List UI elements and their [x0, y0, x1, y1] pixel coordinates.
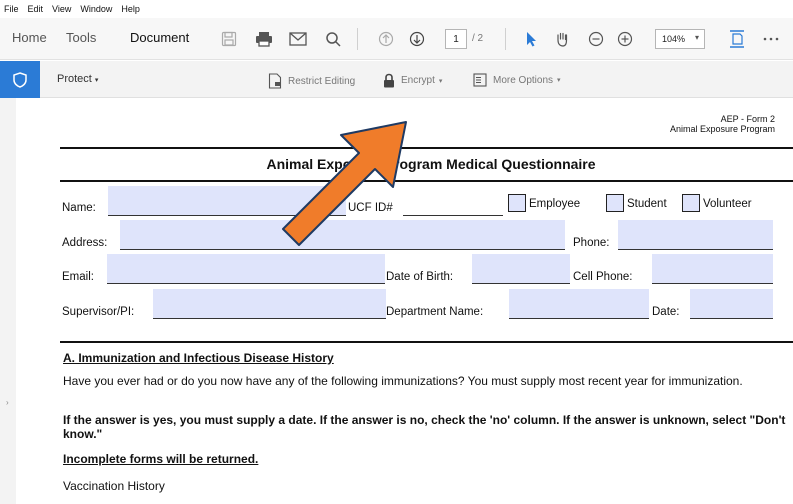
vaccination-history-label: Vaccination History — [63, 479, 165, 493]
name-underline — [108, 215, 346, 216]
form-id-block: AEP - Form 2 Animal Exposure Program — [670, 114, 775, 134]
menu-window[interactable]: Window — [80, 4, 112, 14]
chevron-down-icon: ▾ — [694, 33, 699, 42]
encrypt-label: Encrypt — [401, 75, 435, 86]
incomplete-forms-notice: Incomplete forms will be returned. — [63, 452, 259, 466]
phone-label: Phone: — [573, 237, 610, 249]
dob-underline — [472, 283, 570, 284]
select-cursor-icon[interactable] — [520, 28, 542, 50]
cell-phone-underline — [652, 283, 773, 284]
toolbar-divider — [505, 28, 506, 50]
menu-edit[interactable]: Edit — [28, 4, 44, 14]
more-options-button[interactable]: More Options ▾ — [473, 73, 561, 87]
zoom-out-icon[interactable] — [585, 28, 607, 50]
protect-toolbar: Protect ▾ Restrict Editing Encrypt ▾ Mor… — [0, 61, 793, 98]
toolbar-divider — [357, 28, 358, 50]
previous-page-icon[interactable] — [375, 28, 397, 50]
title-rule-top — [60, 147, 793, 149]
more-options-label: More Options — [493, 74, 554, 86]
tab-tools[interactable]: Tools — [66, 30, 96, 45]
dob-label: Date of Birth: — [386, 271, 454, 283]
section-a-heading: A. Immunization and Infectious Disease H… — [63, 351, 334, 365]
name-field[interactable] — [108, 186, 346, 216]
phone-field[interactable] — [618, 220, 773, 250]
email-underline — [107, 283, 385, 284]
ucf-id-label: UCF ID# — [348, 202, 393, 214]
employee-checkbox[interactable] — [508, 194, 526, 212]
protect-label: Protect — [57, 73, 92, 85]
ucf-id-underline — [403, 215, 503, 216]
restrict-editing-button[interactable]: Restrict Editing — [268, 73, 355, 89]
protect-menu[interactable]: Protect ▾ — [57, 73, 98, 85]
email-field[interactable] — [107, 254, 385, 284]
form-title: Animal Exposure Program Medical Question… — [266, 156, 596, 172]
department-field[interactable] — [509, 289, 649, 319]
restrict-editing-icon — [268, 73, 282, 89]
encrypt-button[interactable]: Encrypt ▾ — [383, 73, 442, 88]
app-toolbar: Home Tools Document 1 / 2 104% ▾ — [0, 18, 793, 60]
tab-home[interactable]: Home — [12, 30, 47, 45]
email-label: Email: — [62, 271, 94, 283]
lock-icon — [384, 73, 394, 88]
department-label: Department Name: — [386, 306, 484, 318]
left-panel-gutter: › — [0, 98, 16, 504]
zoom-level-select[interactable]: 104% ▾ — [655, 29, 705, 49]
print-icon[interactable] — [253, 28, 275, 50]
volunteer-checkbox[interactable] — [682, 194, 700, 212]
zoom-value: 104% — [662, 34, 686, 44]
cell-phone-label: Cell Phone: — [573, 271, 633, 283]
more-options-icon — [473, 73, 487, 87]
title-rule-bottom — [60, 180, 793, 182]
chevron-down-icon: ▾ — [94, 77, 99, 84]
email-icon[interactable] — [287, 28, 309, 50]
name-label: Name: — [62, 202, 96, 214]
address-label: Address: — [62, 237, 108, 249]
next-page-icon[interactable] — [406, 28, 428, 50]
page-total: / 2 — [472, 33, 484, 44]
document-page: AEP - Form 2 Animal Exposure Program Ani… — [20, 98, 793, 504]
supervisor-label: Supervisor/PI: — [62, 306, 135, 318]
supervisor-field[interactable] — [153, 289, 386, 319]
menu-help[interactable]: Help — [121, 4, 140, 14]
zoom-in-icon[interactable] — [614, 28, 636, 50]
volunteer-label: Volunteer — [703, 198, 752, 210]
address-underline — [120, 249, 565, 250]
date-field[interactable] — [690, 289, 773, 319]
employee-label: Employee — [529, 198, 581, 210]
menu-bar: File Edit View Window Help — [0, 0, 793, 18]
chevron-down-icon: ▾ — [557, 77, 561, 84]
student-checkbox[interactable] — [606, 194, 624, 212]
supervisor-underline — [153, 318, 386, 319]
form-id-line1: AEP - Form 2 — [720, 114, 775, 124]
menu-file[interactable]: File — [4, 4, 19, 14]
search-icon[interactable] — [322, 28, 344, 50]
page-number-input[interactable]: 1 — [445, 29, 467, 49]
address-field[interactable] — [120, 220, 565, 250]
phone-underline — [618, 249, 773, 250]
fit-page-icon[interactable] — [726, 28, 748, 50]
form-id-line2: Animal Exposure Program — [669, 124, 775, 134]
department-underline — [509, 318, 649, 319]
save-icon[interactable] — [218, 28, 240, 50]
more-options-icon[interactable] — [760, 28, 782, 50]
cell-phone-field[interactable] — [652, 254, 773, 284]
date-label: Date: — [652, 306, 680, 318]
menu-view[interactable]: View — [52, 4, 71, 14]
student-label: Student — [627, 198, 667, 210]
expand-panel-icon[interactable]: › — [6, 398, 9, 407]
dob-field[interactable] — [472, 254, 570, 284]
chevron-down-icon: ▾ — [438, 77, 443, 85]
hand-tool-icon[interactable] — [551, 28, 573, 50]
section-rule — [60, 341, 793, 343]
section-a-paragraph: Have you ever had or do you now have any… — [63, 374, 743, 388]
section-a-instructions: If the answer is yes, you must supply a … — [63, 413, 786, 441]
shield-icon[interactable] — [0, 61, 40, 98]
date-underline — [690, 318, 773, 319]
restrict-editing-label: Restrict Editing — [288, 75, 356, 87]
tab-document[interactable]: Document — [130, 30, 189, 45]
